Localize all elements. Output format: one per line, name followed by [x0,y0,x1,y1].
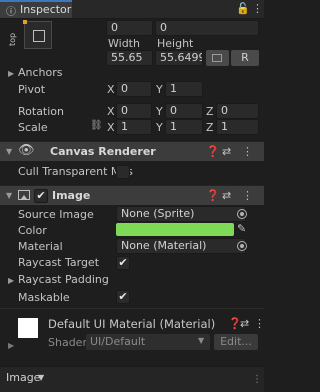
canvas-renderer-foldout-icon[interactable]: ▼ [6,147,12,156]
image-title: Image [52,189,91,202]
presets-icon[interactable]: ⇄ [240,317,249,330]
blueprint-icon [212,54,222,62]
component-menu-icon[interactable]: ⋮ [242,189,253,202]
canvas-renderer-header[interactable]: ▼ 👁 Canvas Renderer ❓ ⇄ ⋮ [0,141,264,161]
anchor-preset-button[interactable] [23,20,52,49]
rotation-label: Rotation [18,105,65,118]
more-options-icon[interactable]: ⋮ [252,2,263,15]
image-foldout-icon[interactable]: ▼ [6,191,12,200]
raycast-target-label: Raycast Target [18,256,100,269]
material-preview [18,318,38,338]
width-field[interactable]: 55.65 [106,50,153,66]
material-name: Default UI Material (Material) [48,317,216,331]
edit-shader-button[interactable]: Edit... [214,334,258,350]
color-label: Color [18,224,47,237]
material-field[interactable]: None (Material) [116,238,246,254]
scale-label: Scale [18,121,48,134]
scale-y-axis-label: Y [156,121,163,134]
image-component-icon [18,190,30,200]
rotation-y-axis-label: Y [156,105,163,118]
anchors-foldout-icon[interactable]: ▶ [8,69,14,78]
component-menu-icon[interactable]: ⋮ [254,317,265,330]
component-menu-icon[interactable]: ⋮ [242,145,253,158]
pivot-x-axis-label: X [107,83,115,96]
pivot-y-field[interactable]: 1 [165,81,203,97]
maskable-checkbox[interactable]: ✔ [116,290,130,304]
lock-icon[interactable]: 🔓 [236,2,250,15]
rotation-x-field[interactable]: 0 [116,103,152,119]
presets-icon[interactable]: ⇄ [222,189,231,202]
anchor-preset-label: top [8,32,17,46]
material-label: Material [18,240,63,253]
object-picker-icon[interactable] [237,209,247,219]
scale-x-axis-label: X [107,121,115,134]
anchor-preset-icon [33,30,45,42]
shader-dropdown[interactable]: UI/Default ▼ [86,334,210,350]
pivot-y-axis-label: Y [156,83,163,96]
cull-transparent-checkbox[interactable] [116,165,130,179]
tab-inspector[interactable]: ⓘ Inspector [0,0,72,18]
rotation-z-axis-label: Z [206,105,214,118]
height-label: Height [157,37,194,50]
chevron-down-icon: ▼ [198,336,205,345]
pos-y-field[interactable]: 0 [155,20,259,36]
shader-value: UI/Default [90,335,146,348]
chevron-down-icon: ▼ [38,373,45,382]
pos-x-field[interactable]: 0 [106,20,153,36]
eye-icon: 👁 [18,143,35,158]
width-label: Width [108,37,140,50]
material-foldout-icon[interactable]: ▶ [8,341,14,350]
help-icon[interactable]: ❓ [206,189,220,202]
maskable-label: Maskable [18,291,70,304]
raycast-padding-label[interactable]: Raycast Padding [18,273,109,286]
info-icon: ⓘ [6,7,16,18]
scale-z-axis-label: Z [206,121,214,134]
object-picker-icon[interactable] [237,241,247,251]
rotation-z-field[interactable]: 0 [216,103,259,119]
rotation-y-field[interactable]: 0 [165,103,203,119]
source-image-label: Source Image [18,208,94,221]
blueprint-mode-button[interactable] [206,50,229,66]
scale-z-field[interactable]: 1 [216,119,259,135]
scale-y-field[interactable]: 1 [165,119,203,135]
resize-handle-icon[interactable]: ⋮ [252,374,262,385]
pivot-label: Pivot [18,83,46,96]
component-dropdown[interactable]: Image ▼ [4,370,48,386]
eyedropper-icon[interactable]: ✎ [237,222,246,235]
height-field[interactable]: 55.64999 [155,50,203,66]
rotation-x-axis-label: X [107,105,115,118]
constrain-proportions-icon[interactable]: ⛓ [90,120,103,131]
scale-x-field[interactable]: 1 [116,119,152,135]
raycast-padding-foldout-icon[interactable]: ▶ [8,276,14,285]
image-enabled-checkbox[interactable]: ✔ [34,189,48,203]
source-image-field[interactable]: None (Sprite) [116,206,246,222]
anchor-marker-icon [23,20,27,24]
image-header[interactable]: ▼ ✔ Image ❓ ⇄ ⋮ [0,185,264,205]
shader-label: Shader [48,336,87,349]
canvas-renderer-title: Canvas Renderer [50,145,156,158]
tab-title: Inspector [20,3,72,16]
raycast-target-checkbox[interactable]: ✔ [116,256,130,270]
color-swatch[interactable] [116,223,234,236]
anchors-label[interactable]: Anchors [18,66,63,79]
pivot-x-field[interactable]: 0 [116,81,152,97]
help-icon[interactable]: ❓ [206,145,220,158]
component-dropdown-label: Image [6,371,41,384]
raw-edit-button[interactable]: R [231,50,259,66]
presets-icon[interactable]: ⇄ [222,145,231,158]
